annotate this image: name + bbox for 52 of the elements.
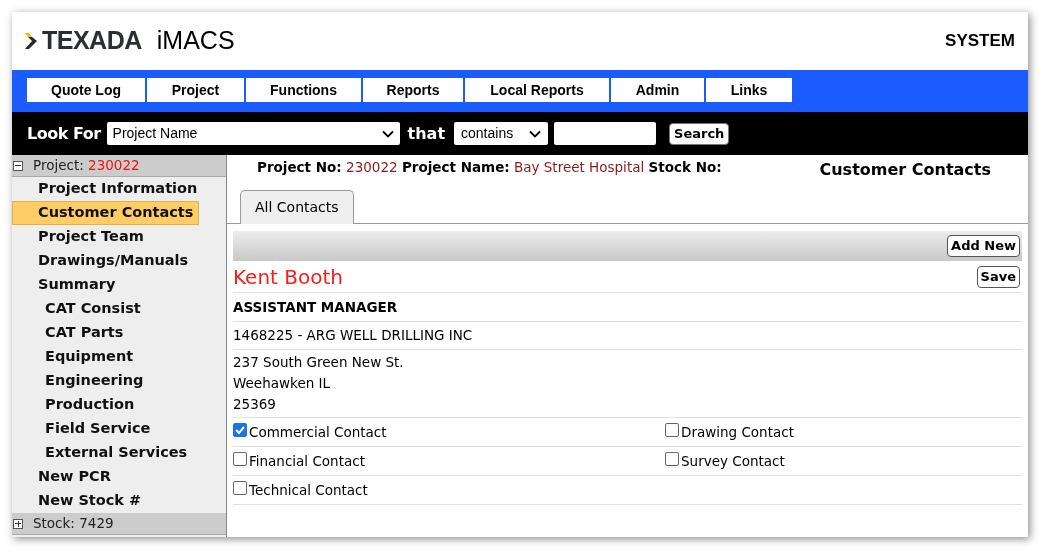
- logo-icon: [25, 31, 39, 51]
- menu-button[interactable]: Quote Log: [27, 78, 145, 102]
- field-select[interactable]: Project Name: [106, 122, 400, 145]
- address-line: Weehawken IL: [233, 374, 331, 394]
- sidebar-item[interactable]: New PCR: [12, 465, 199, 489]
- menu-button[interactable]: Local Reports: [465, 78, 609, 102]
- sidebar-item[interactable]: Production: [12, 393, 199, 417]
- expand-icon[interactable]: [13, 518, 23, 529]
- role-checkbox[interactable]: Financial Contact: [233, 450, 365, 472]
- sidebar-item[interactable]: External Services: [12, 441, 199, 465]
- sidebar-item[interactable]: CAT Parts: [12, 321, 199, 345]
- user-name: SYSTEM: [945, 30, 1015, 53]
- address-line: 237 South Green New St.: [233, 353, 404, 373]
- tab[interactable]: All Contacts: [240, 190, 354, 224]
- search-field[interactable]: [554, 122, 657, 145]
- checkmark-icon: [234, 424, 246, 436]
- menu-button[interactable]: Admin: [611, 78, 704, 102]
- sidebar-item[interactable]: CAT Consist: [12, 297, 199, 321]
- customer-name: 1468225 - ARG WELL DRILLING INC: [233, 326, 473, 346]
- menu-button[interactable]: Functions: [246, 78, 361, 102]
- role-checkbox[interactable]: Commercial Contact: [233, 421, 387, 443]
- menu-button[interactable]: Links: [706, 78, 792, 102]
- sidebar-item[interactable]: Customer Contacts: [12, 201, 199, 225]
- sidebar-item[interactable]: Engineering: [12, 369, 199, 393]
- look-for-label: Look For: [27, 122, 101, 145]
- sidebar-item[interactable]: Project Team: [12, 225, 199, 249]
- collapse-icon[interactable]: [13, 160, 23, 171]
- role-checkbox[interactable]: Survey Contact: [665, 450, 785, 472]
- chevron-down-icon: [529, 129, 542, 138]
- contact-title: ASSISTANT MANAGER: [233, 297, 398, 317]
- menu-button[interactable]: Project: [147, 78, 244, 102]
- that-label: that: [407, 122, 446, 145]
- sidebar-item[interactable]: New Stock #: [12, 489, 199, 513]
- search-button[interactable]: Search: [669, 122, 730, 145]
- chevron-down-icon: [381, 129, 394, 138]
- page-title: Customer Contacts: [819, 159, 991, 181]
- sidebar-item[interactable]: Summary: [12, 273, 199, 297]
- save-button[interactable]: Save: [976, 265, 1020, 288]
- role-checkbox[interactable]: Technical Contact: [233, 479, 368, 501]
- sidebar-item[interactable]: Equipment: [12, 345, 199, 369]
- address-line: 25369: [233, 395, 276, 415]
- add-new-button[interactable]: Add New: [947, 235, 1020, 257]
- role-checkbox[interactable]: Drawing Contact: [665, 421, 794, 443]
- project-details: Project No: 230022 Project Name: Bay Street Hospital Stock No:: [257, 157, 722, 177]
- brand-name: TEXADA: [42, 25, 142, 57]
- menu-button[interactable]: Reports: [363, 78, 463, 102]
- sidebar-item[interactable]: Project Information: [12, 177, 199, 201]
- sidebar-item[interactable]: Drawings/Manuals: [12, 249, 199, 273]
- operator-select[interactable]: contains: [454, 122, 549, 145]
- contact-name: Kent Booth: [233, 263, 343, 291]
- app-name: iMACS: [156, 25, 235, 57]
- sidebar-item[interactable]: Field Service: [12, 417, 199, 441]
